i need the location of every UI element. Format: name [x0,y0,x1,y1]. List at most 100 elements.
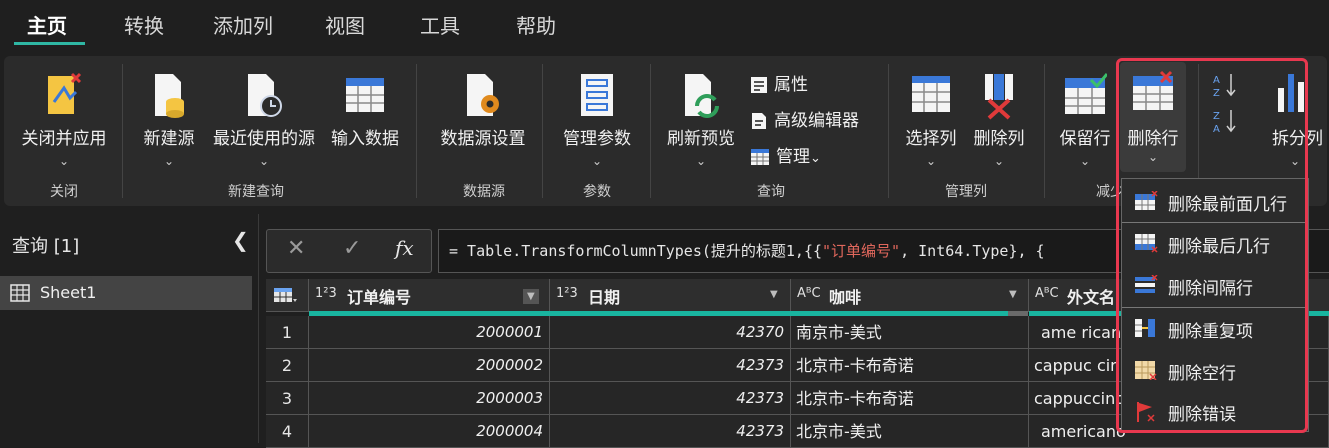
tab-add-column[interactable]: 添加列 [213,10,273,39]
query-item-sheet1[interactable]: Sheet1 [0,276,252,310]
column-filter-icon[interactable]: ▼ [523,289,539,304]
choose-columns-button[interactable]: 选择列 ⌄ [898,62,964,172]
remove-rows-icon [1133,70,1173,110]
menu-item-label: 删除间隔行 [1168,279,1253,299]
cell-order-id[interactable]: 2000001 [309,316,550,349]
remove-rows-button[interactable]: 删除行 ⌄ [1120,62,1186,172]
properties-button[interactable]: 属性 [750,70,808,95]
remove-columns-label: 删除列 [973,129,1025,149]
manage-button[interactable]: 管理⌄ [750,142,821,167]
menu-item-remove-duplicates[interactable]: 删除重复项 [1122,308,1308,348]
formula-text-string: "订单编号" [822,242,901,260]
column-header-label: 订单编号 [347,288,412,307]
column-header-label: 咖啡 [829,288,862,307]
table-menu-corner[interactable] [266,279,309,312]
chevron-down-icon: ⌄ [1147,150,1159,164]
cell-order-id[interactable]: 2000003 [309,382,550,415]
row-number: 3 [266,382,309,415]
remove-rows-label: 删除行 [1127,129,1179,149]
properties-label: 属性 [774,75,808,95]
advanced-editor-button[interactable]: 高级编辑器 [750,106,859,131]
formula-buttons: ✕ ✓ fx [266,229,432,273]
cell-coffee[interactable]: 北京市-卡布奇诺 [791,349,1029,382]
cell-date[interactable]: 42370 [550,316,791,349]
cell-coffee[interactable]: 北京市-卡布奇诺 [791,382,1029,415]
chevron-down-icon: ⌄ [258,154,270,168]
remove-columns-button[interactable]: 删除列 ⌄ [966,62,1032,172]
keep-rows-button[interactable]: 保留行 ⌄ [1052,62,1118,172]
new-source-button[interactable]: 新建源 ⌄ [136,62,202,172]
menu-item-remove-top-rows[interactable]: 删除最前面几行 [1122,181,1308,221]
collapse-pane-icon[interactable]: ❮ [232,228,249,252]
tab-help[interactable]: 帮助 [516,10,556,39]
keep-rows-icon [1065,73,1107,114]
cell-date[interactable]: 42373 [550,382,791,415]
table-icon [10,284,30,302]
cancel-formula-icon[interactable]: ✕ [287,236,305,261]
refresh-preview-button[interactable]: 刷新预览 ⌄ [660,62,742,172]
sort-descending-button[interactable]: Z A [1212,108,1238,138]
sort-ascending-button[interactable]: A Z [1212,72,1238,102]
manage-parameters-icon [581,74,613,116]
group-label-manage-columns: 管理列 [945,184,987,200]
refresh-preview-label: 刷新预览 [667,129,735,149]
menu-item-remove-bottom-rows[interactable]: 删除最后几行 [1122,223,1308,263]
column-header-coffee[interactable]: AᴮC 咖啡 ▼ [791,279,1029,312]
remove-errors-icon [1137,402,1155,422]
manage-icon [751,149,769,165]
split-column-button[interactable]: 拆分列 ⌄ [1262,62,1328,172]
menu-item-remove-errors[interactable]: 删除错误 [1122,391,1308,431]
column-filter-icon[interactable]: ▼ [1009,289,1017,300]
confirm-formula-icon[interactable]: ✓ [343,236,361,261]
remove-duplicates-icon [1135,319,1155,337]
tab-home[interactable]: 主页 [27,10,67,39]
menu-item-label: 删除最后几行 [1168,237,1270,257]
query-item-label: Sheet1 [40,283,97,302]
manage-parameters-label: 管理参数 [563,129,631,149]
column-header-order-id[interactable]: 1²3 订单编号 ▼ [309,279,550,312]
ribbon-separator [1044,64,1045,198]
svg-text:A: A [1213,124,1220,134]
choose-columns-label: 选择列 [905,129,957,149]
fx-icon[interactable]: fx [395,236,414,260]
enter-data-button[interactable]: 输入数据 [326,62,404,172]
menu-item-remove-blank-rows[interactable]: 删除空行 [1122,350,1308,390]
close-apply-label: 关闭并应用 [21,129,107,149]
remove-top-rows-icon [1135,191,1158,210]
menu-item-label: 删除空行 [1168,364,1236,384]
cell-coffee[interactable]: 南京市-美式 [791,316,1029,349]
remove-columns-icon [985,74,1013,120]
refresh-icon [685,74,719,118]
ribbon-separator [416,64,417,198]
manage-parameters-button[interactable]: 管理参数 ⌄ [552,62,642,172]
sort-descending-icon: Z A [1213,110,1236,135]
menu-item-remove-alternate-rows[interactable]: 删除间隔行 [1122,265,1308,305]
pane-divider [258,214,259,443]
properties-icon [751,77,767,93]
column-header-date[interactable]: 1²3 日期 ▼ [550,279,791,312]
tab-transform[interactable]: 转换 [124,10,164,39]
row-number: 1 [266,316,309,349]
type-number-icon: 1²3 [315,286,337,301]
cell-coffee[interactable]: 北京市-美式 [791,415,1029,448]
menu-item-label: 删除重复项 [1168,322,1253,342]
recent-sources-button[interactable]: 最近使用的源 ⌄ [206,62,322,172]
recent-sources-label: 最近使用的源 [213,129,315,149]
close-apply-icon [48,72,82,114]
close-apply-button[interactable]: 关闭并应用 ⌄ [12,62,116,172]
tab-view[interactable]: 视图 [325,10,365,39]
cell-order-id[interactable]: 2000002 [309,349,550,382]
cell-order-id[interactable]: 2000004 [309,415,550,448]
cell-date[interactable]: 42373 [550,415,791,448]
type-number-icon: 1²3 [556,286,578,301]
new-source-label: 新建源 [143,129,195,149]
data-source-settings-label: 数据源设置 [440,129,526,149]
cell-date[interactable]: 42373 [550,349,791,382]
tab-tools[interactable]: 工具 [420,10,460,39]
advanced-editor-label: 高级编辑器 [774,111,859,131]
formula-text-suffix: , Int64.Type}, { [900,242,1045,260]
data-source-settings-button[interactable]: 数据源设置 [428,62,538,172]
ribbon-separator [650,64,651,198]
group-label-close: 关闭 [50,184,78,200]
column-filter-icon[interactable]: ▼ [770,289,778,300]
